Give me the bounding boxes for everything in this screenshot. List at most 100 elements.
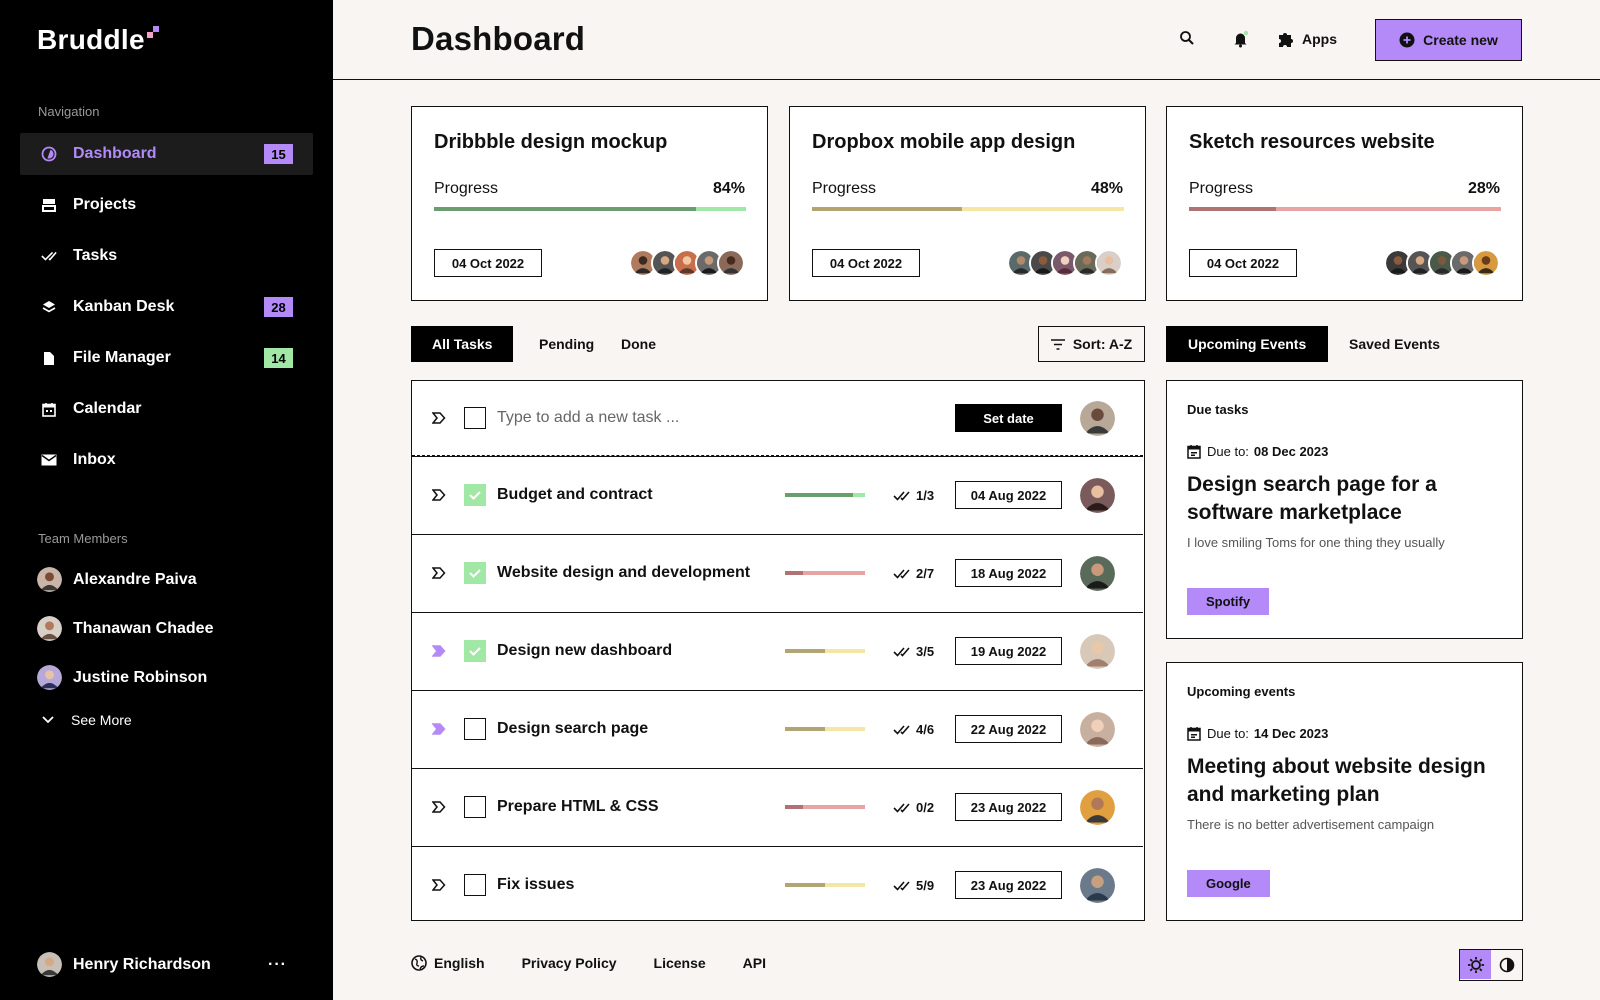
tab-saved-events[interactable]: Saved Events	[1327, 326, 1462, 362]
team-member[interactable]: Alexandre Paiva	[37, 567, 213, 592]
event-section-heading: Upcoming events	[1187, 684, 1296, 699]
api-link[interactable]: API	[743, 955, 766, 971]
task-date[interactable]: 04 Aug 2022	[955, 481, 1062, 509]
member-name: Alexandre Paiva	[73, 570, 197, 588]
profile-name: Henry Richardson	[73, 955, 211, 973]
due-label: Due to:	[1207, 444, 1249, 459]
project-avatars	[629, 249, 745, 277]
tab-upcoming-events[interactable]: Upcoming Events	[1166, 326, 1329, 362]
create-label: Create new	[1423, 32, 1498, 48]
apps-button[interactable]: Apps	[1277, 30, 1337, 48]
tag-outline-icon[interactable]	[432, 567, 446, 579]
task-checkbox[interactable]	[464, 407, 486, 429]
progress-label: Progress	[434, 180, 499, 197]
check-icon	[469, 647, 481, 656]
new-task-input[interactable]	[497, 409, 917, 427]
double-check-icon	[893, 802, 910, 813]
set-date-button[interactable]: Set date	[955, 404, 1062, 432]
subtask-count: 0/2	[916, 799, 935, 815]
tab-done[interactable]: Done	[600, 326, 677, 362]
light-mode-button[interactable]	[1460, 950, 1491, 979]
check-icon	[469, 569, 481, 578]
double-check-icon	[893, 724, 910, 735]
task-row[interactable]: Prepare HTML & CSS 0/2 23 Aug 2022	[412, 768, 1143, 845]
dark-mode-button[interactable]	[1491, 950, 1522, 979]
see-more-link[interactable]: See More	[37, 712, 213, 728]
event-title: Meeting about website design and marketi…	[1187, 755, 1486, 806]
team-member[interactable]: Thanawan Chadee	[37, 616, 213, 641]
nav-label: Kanban Desk	[73, 298, 175, 315]
tag-filled-icon[interactable]	[432, 723, 446, 735]
license-link[interactable]: License	[654, 955, 706, 971]
app-name: Bruddle	[37, 24, 145, 55]
nav-item-dashboard[interactable]: Dashboard 15	[20, 133, 313, 175]
avatar	[37, 952, 62, 977]
event-tag[interactable]: Spotify	[1187, 588, 1270, 615]
nav-label: Tasks	[73, 247, 118, 264]
task-list: Set date Budget and contract 1/3 04 Aug …	[411, 380, 1145, 921]
project-card[interactable]: Sketch resources website Progress 28% 04…	[1166, 106, 1523, 301]
top-header: Dashboard Apps Create new	[333, 0, 1600, 80]
team-member[interactable]: Justine Robinson	[37, 665, 213, 690]
tag-outline-icon[interactable]	[432, 489, 446, 501]
task-row[interactable]: Website design and development 2/7 18 Au…	[412, 534, 1143, 611]
event-card[interactable]: Due tasks Due to: 08 Dec 2023 Design sea…	[1166, 380, 1523, 639]
tag-outline-icon[interactable]	[432, 412, 446, 424]
task-name: Design new dashboard	[497, 642, 673, 659]
privacy-link[interactable]: Privacy Policy	[522, 955, 617, 971]
theme-toggle[interactable]	[1459, 949, 1523, 981]
tag-outline-icon[interactable]	[432, 879, 446, 891]
tab-all-tasks[interactable]: All Tasks	[411, 326, 514, 362]
task-checkbox-checked[interactable]	[464, 562, 486, 584]
avatar	[1095, 249, 1123, 277]
tag-outline-icon[interactable]	[432, 801, 446, 813]
nav-item-file-manager[interactable]: File Manager 14	[20, 337, 313, 379]
task-checkbox-checked[interactable]	[464, 640, 486, 662]
avatar	[37, 665, 62, 690]
task-date[interactable]: 19 Aug 2022	[955, 637, 1062, 665]
progress-label: Progress	[812, 180, 877, 197]
sort-label: Sort: A-Z	[1072, 336, 1133, 352]
event-card[interactable]: Upcoming events Due to: 14 Dec 2023 Meet…	[1166, 662, 1523, 921]
event-description: I love smiling Toms for one thing they u…	[1187, 535, 1445, 550]
app-logo[interactable]: Bruddle	[37, 24, 159, 56]
task-date[interactable]: 23 Aug 2022	[955, 793, 1062, 821]
task-row[interactable]: Design search page 4/6 22 Aug 2022	[412, 690, 1143, 767]
see-more-label: See More	[71, 712, 132, 728]
team-members: Alexandre Paiva Thanawan Chadee Justine …	[37, 567, 213, 728]
project-card[interactable]: Dropbox mobile app design Progress 48% 0…	[789, 106, 1146, 301]
project-card[interactable]: Dribbble design mockup Progress 84% 04 O…	[411, 106, 768, 301]
task-checkbox[interactable]	[464, 796, 486, 818]
nav-item-kanban[interactable]: Kanban Desk 28	[20, 286, 313, 328]
event-tag[interactable]: Google	[1187, 870, 1270, 897]
sort-button[interactable]: Sort: A-Z	[1038, 326, 1145, 362]
notifications-button[interactable]	[1232, 30, 1250, 48]
nav-item-projects[interactable]: Projects	[20, 184, 313, 226]
task-date[interactable]: 23 Aug 2022	[955, 871, 1062, 899]
user-profile[interactable]: Henry Richardson ···	[37, 952, 287, 977]
task-progress-bar	[785, 883, 865, 887]
task-row[interactable]: Budget and contract 1/3 04 Aug 2022	[412, 456, 1143, 533]
search-button[interactable]	[1179, 30, 1195, 46]
task-checkbox-checked[interactable]	[464, 484, 486, 506]
nav-badge: 28	[264, 297, 293, 317]
nav-item-calendar[interactable]: Calendar	[20, 388, 313, 430]
task-row[interactable]: Design new dashboard 3/5 19 Aug 2022	[412, 612, 1143, 689]
task-date[interactable]: 22 Aug 2022	[955, 715, 1062, 743]
nav-item-inbox[interactable]: Inbox	[20, 439, 313, 481]
language-selector[interactable]: English	[411, 955, 485, 971]
task-date[interactable]: 18 Aug 2022	[955, 559, 1062, 587]
task-checkbox[interactable]	[464, 874, 486, 896]
puzzle-icon	[1279, 33, 1293, 47]
progress-bar	[812, 207, 1124, 211]
tag-filled-icon[interactable]	[432, 645, 446, 657]
task-checkbox[interactable]	[464, 718, 486, 740]
calendar-icon	[41, 401, 57, 417]
event-due: Due to: 14 Dec 2023	[1187, 726, 1328, 741]
nav-item-tasks[interactable]: Tasks	[20, 235, 313, 277]
more-options-icon[interactable]: ···	[268, 956, 287, 974]
create-new-button[interactable]: Create new	[1375, 19, 1522, 61]
due-date: 08 Dec 2023	[1253, 444, 1329, 459]
main-nav: Dashboard 15 Projects Tasks Kanban Desk …	[20, 133, 313, 490]
task-row[interactable]: Fix issues 5/9 23 Aug 2022	[412, 846, 1143, 923]
